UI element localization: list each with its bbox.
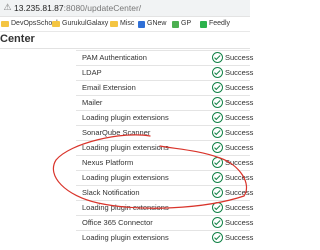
success-check-icon [212,127,223,138]
plugin-name: Email Extension [82,83,136,92]
bookmark-label: GNew [147,20,167,27]
plugin-name: Office 365 Connector [82,218,153,227]
site-favicon-icon [172,20,179,28]
folder-icon [110,21,118,27]
row-divider [76,65,250,66]
bookmark-label: Misc [120,20,135,27]
row-divider [76,50,250,51]
table-row: Email Extension Success [0,80,254,95]
bookmark-label: DevOpsSchool [11,20,58,27]
row-divider [76,110,250,111]
plugin-name: Loading plugin extensions [82,113,169,122]
table-row: Office 365 Connector Success [0,215,254,230]
row-divider [76,170,250,171]
success-check-icon [212,67,223,78]
table-row: Nexus Platform Success [0,155,254,170]
table-row: Slack Notification Success [0,185,254,200]
plugin-status: Success [225,203,254,212]
plugin-status: Success [225,233,254,242]
table-row: LDAP Success [0,65,254,80]
url-text[interactable]: 13.235.81.87:8080/updateCenter/ [14,2,141,14]
success-check-icon [212,172,223,183]
bookmark-devopsschool[interactable]: DevOpsSchool [1,17,58,31]
bookmark-gnew[interactable]: GNew [138,17,166,31]
success-check-icon [212,112,223,123]
bookmark-gp[interactable]: GP [172,17,191,31]
table-row: Loading plugin extensions Success [0,140,254,155]
plugin-status: Success [225,188,254,197]
address-bar[interactable]: ⚠ 13.235.81.87:8080/updateCenter/ [0,0,250,17]
plugin-name: Loading plugin extensions [82,143,169,152]
plugin-name: Slack Notification [82,188,140,197]
folder-icon [52,21,60,27]
plugin-name: Nexus Platform [82,158,134,167]
success-check-icon [212,232,223,243]
plugin-status: Success [225,113,254,122]
url-path: :8080/updateCenter/ [63,3,142,13]
plugin-status: Success [225,53,254,62]
table-row: Loading plugin extensions Success [0,230,254,245]
row-divider [76,125,250,126]
plugin-name: Loading plugin extensions [82,173,169,182]
row-divider [76,140,250,141]
row-divider [76,185,250,186]
plugin-name: LDAP [82,68,102,77]
page-header: Center [0,32,250,49]
success-check-icon [212,97,223,108]
table-row: Mailer Success [0,95,254,110]
success-check-icon [212,202,223,213]
not-secure-icon[interactable]: ⚠ [3,3,12,12]
bookmark-misc[interactable]: Misc [110,17,134,31]
row-divider [76,200,250,201]
plugin-status: Success [225,173,254,182]
table-row: Loading plugin extensions Success [0,170,254,185]
success-check-icon [212,187,223,198]
table-row: SonarQube Scanner Success [0,125,254,140]
plugin-status: Success [225,68,254,77]
plugin-name: Loading plugin extensions [82,203,169,212]
plugin-status: Success [225,98,254,107]
plugin-name: SonarQube Scanner [82,128,151,137]
row-divider [76,155,250,156]
success-check-icon [212,157,223,168]
success-check-icon [212,52,223,63]
plugin-status: Success [225,218,254,227]
success-check-icon [212,82,223,93]
site-favicon-icon [200,20,207,28]
success-check-icon [212,142,223,153]
site-favicon-icon [138,20,145,28]
plugin-name: Loading plugin extensions [82,233,169,242]
bookmark-label: GP [181,20,192,27]
table-row: Loading plugin extensions Success [0,200,254,215]
row-divider [76,80,250,81]
bookmark-label: GurukulGalaxy [62,20,109,27]
bookmark-label: Feedly [209,20,231,27]
bookmarks-bar: DevOpsSchool GurukulGalaxy Misc GNew GP … [0,17,250,32]
url-host: 13.235.81.87 [14,3,64,13]
plugin-status: Success [225,83,254,92]
folder-icon [1,21,9,27]
plugin-status: Success [225,143,254,152]
table-row: Loading plugin extensions Success [0,110,254,125]
plugin-status: Success [225,128,254,137]
table-row: PAM Authentication Success [0,50,254,65]
bookmark-feedly[interactable]: Feedly [200,17,230,31]
plugin-name: Mailer [82,98,103,107]
row-divider [76,230,250,231]
success-check-icon [212,217,223,228]
plugin-name: PAM Authentication [82,53,147,62]
row-divider [76,215,250,216]
row-divider [76,95,250,96]
page-title: Center [0,33,35,45]
bookmark-gurukulgalaxy[interactable]: GurukulGalaxy [52,17,108,31]
plugin-status: Success [225,158,254,167]
